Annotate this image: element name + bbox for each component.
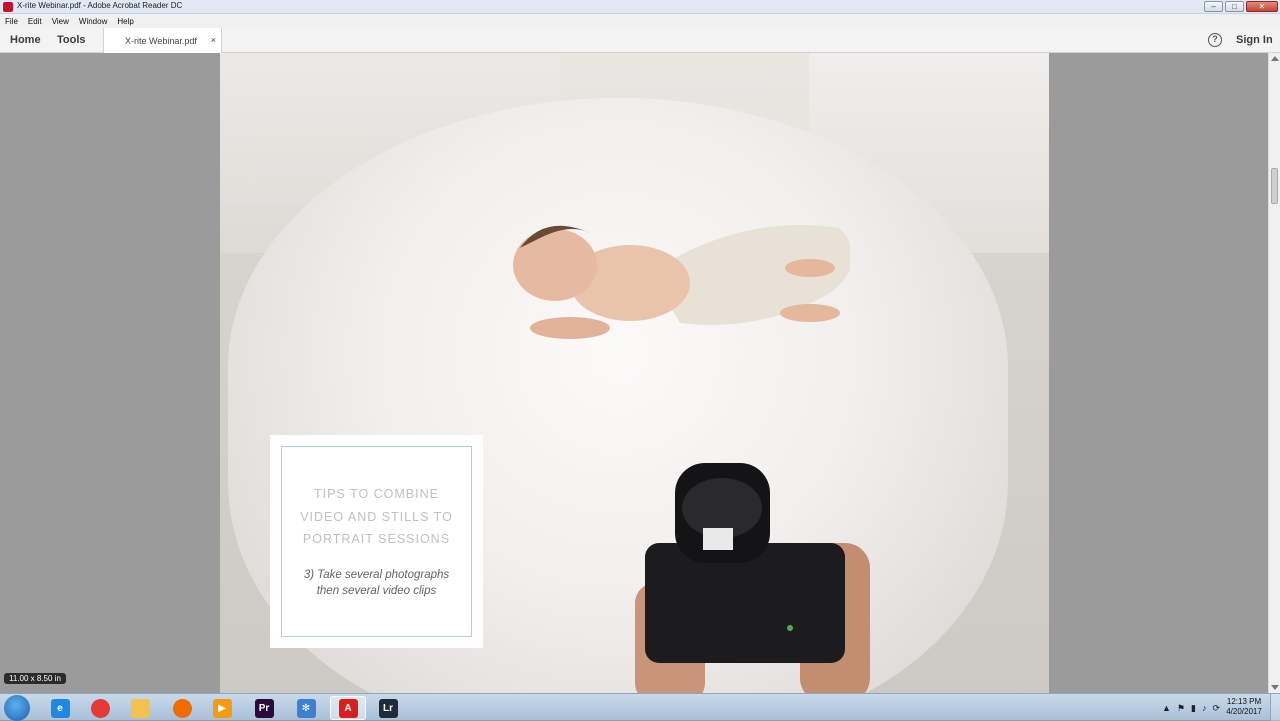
menu-view[interactable]: View [52,17,69,26]
close-tab-icon[interactable]: × [211,35,216,45]
window-controls: – □ ✕ [1204,1,1278,12]
page-size-tooltip: 11.00 x 8.50 in [4,673,66,684]
home-tab[interactable]: Home [10,34,41,46]
tray-volume-icon[interactable]: ♪ [1202,703,1207,714]
premiere-taskbar-button[interactable]: Pr [246,696,282,720]
card-title-line-3: PORTRAIT SESSIONS [302,532,451,546]
minimize-button[interactable]: – [1204,1,1223,12]
photo-newborn [513,225,850,339]
card-subtitle-line-1: 3) Take several photographs [303,569,450,581]
internet-explorer-taskbar-button[interactable]: e [42,696,78,720]
card-subtitle: 3) Take several photographs then several… [282,568,471,599]
title-card-border: TIPS TO COMBINE VIDEO AND STILLS TO PORT… [281,446,472,637]
clock-time[interactable]: 12:13 PM [1222,697,1266,706]
window-title-bar: X-rite Webinar.pdf - Adobe Acrobat Reade… [0,0,1280,14]
acrobat-taskbar-button[interactable]: A [330,696,366,720]
media-player-taskbar-button[interactable]: ▶ [204,696,240,720]
chrome-taskbar-button[interactable] [82,696,118,720]
snowflake-app-taskbar-button[interactable]: ✻ [288,696,324,720]
media-player-icon: ▶ [212,698,232,718]
menu-window[interactable]: Window [79,17,107,26]
tray-network-icon[interactable]: ▮ [1191,703,1196,714]
scroll-up-icon[interactable] [1271,56,1279,61]
show-desktop-button[interactable] [1270,694,1280,721]
chrome-icon [90,698,110,718]
document-tab-label: X-rite Webinar.pdf [125,36,197,46]
firefox-taskbar-button[interactable] [164,696,200,720]
window-title: X-rite Webinar.pdf - Adobe Acrobat Reade… [17,1,183,10]
tray-expand-icon[interactable]: ▲ [1162,703,1171,714]
close-window-button[interactable]: ✕ [1246,1,1278,12]
menu-file[interactable]: File [5,17,18,26]
tray-flag-icon[interactable]: ⚑ [1177,703,1185,714]
lightroom-taskbar-button[interactable]: Lr [370,696,406,720]
card-subtitle-line-2: then several video clips [316,584,437,597]
menu-help[interactable]: Help [117,17,133,26]
acrobat-app-icon [3,2,13,12]
document-tab[interactable]: X-rite Webinar.pdf × [103,28,222,53]
menu-edit[interactable]: Edit [28,17,42,26]
acrobat-toolbar: Home Tools X-rite Webinar.pdf × ? Sign I… [0,28,1280,53]
help-icon[interactable]: ? [1208,33,1222,47]
card-title-line-2: VIDEO AND STILLS TO [300,509,453,524]
clock-date[interactable]: 4/20/2017 [1222,707,1266,716]
system-tray: ▲ ⚑ ▮ ♪ ⟳ [1162,703,1220,714]
internet-explorer-icon: e [50,698,70,718]
snowflake-app-icon: ✻ [296,698,316,718]
file-explorer-taskbar-button[interactable] [122,696,158,720]
lightroom-icon: Lr [378,698,398,718]
sign-in-button[interactable]: Sign In [1236,34,1273,46]
vertical-scrollbar[interactable] [1268,53,1280,693]
acrobat-icon: A [338,698,358,718]
scroll-down-icon[interactable] [1271,685,1279,690]
premiere-icon: Pr [254,698,274,718]
tools-tab[interactable]: Tools [57,34,86,46]
document-viewport[interactable]: TIPS TO COMBINE VIDEO AND STILLS TO PORT… [0,53,1268,693]
title-card: TIPS TO COMBINE VIDEO AND STILLS TO PORT… [270,435,483,648]
card-title: TIPS TO COMBINE VIDEO AND STILLS TO PORT… [282,483,471,551]
photo-camera-hands [635,463,870,693]
start-button[interactable] [4,695,30,721]
pdf-page: TIPS TO COMBINE VIDEO AND STILLS TO PORT… [220,53,1049,693]
maximize-button[interactable]: □ [1225,1,1244,12]
card-title-line-1: TIPS TO COMBINE [314,487,439,501]
firefox-icon [172,698,192,718]
tray-sync-icon[interactable]: ⟳ [1212,703,1220,714]
file-explorer-icon [130,698,150,718]
scroll-thumb[interactable] [1271,168,1278,204]
windows-taskbar: e ▶ Pr ✻ A Lr ▲ ⚑ ▮ ♪ ⟳ 12:13 PM 4/20/2017 [0,693,1280,721]
menu-bar: File Edit View Window Help [0,14,1280,28]
